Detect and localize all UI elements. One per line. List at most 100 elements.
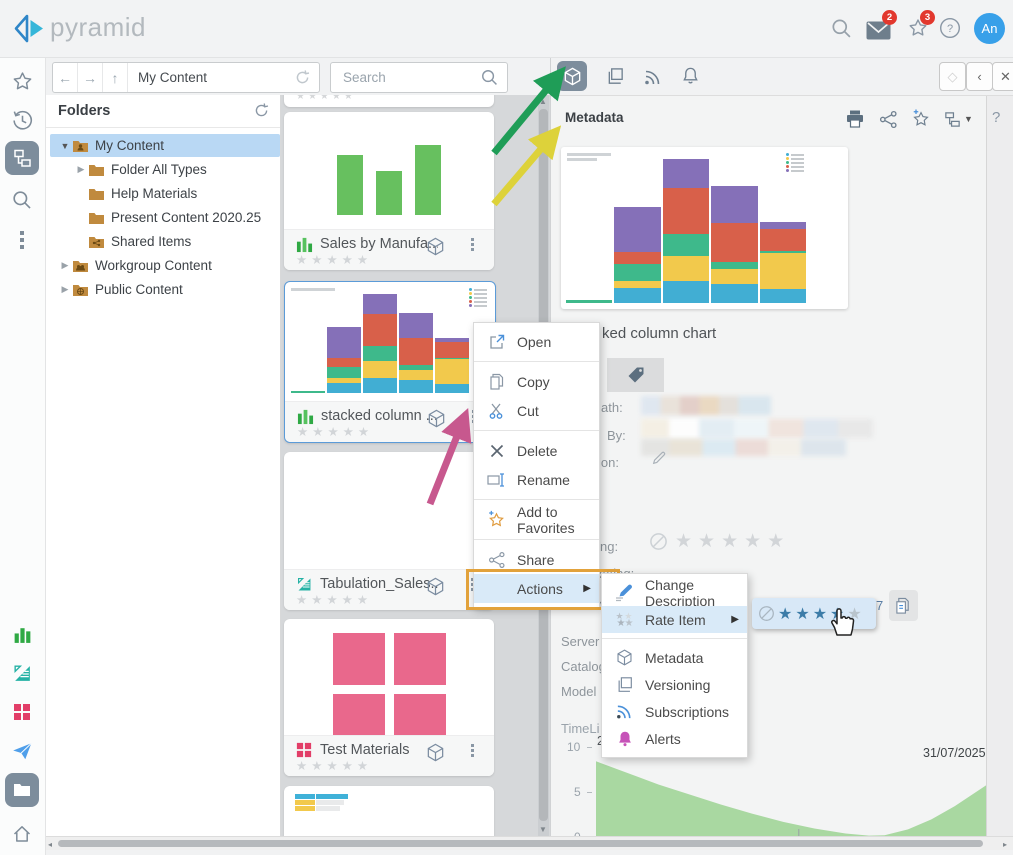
- panel-help-icon[interactable]: ?: [992, 109, 1000, 126]
- menu-item-copy[interactable]: Copy: [474, 367, 599, 396]
- no-rating-icon[interactable]: [649, 532, 668, 556]
- lineage-icon[interactable]: [943, 110, 962, 134]
- sidebar-item-shared-items[interactable]: Shared Items: [50, 230, 310, 253]
- back-button[interactable]: ←: [53, 63, 78, 92]
- expand-icon[interactable]: ▶: [58, 260, 72, 271]
- folders-title: Folders: [58, 103, 110, 119]
- tile-more-icon[interactable]: [471, 744, 474, 757]
- publish-icon[interactable]: [5, 734, 39, 768]
- sidebar-item-help-materials[interactable]: Help Materials: [50, 182, 310, 205]
- help-icon[interactable]: ?: [939, 17, 961, 44]
- discover-icon[interactable]: [5, 617, 39, 651]
- sidebar-item-my-content[interactable]: ▼ My Content: [50, 134, 280, 157]
- metadata-cube-icon: [615, 648, 634, 667]
- submenu-item-rate-item[interactable]: ★★★★ Rate Item ▶: [602, 606, 747, 633]
- collapse-icon[interactable]: ▼: [58, 141, 72, 151]
- dock-icon[interactable]: ◇: [939, 62, 966, 91]
- submenu-item-alerts[interactable]: Alerts: [602, 725, 747, 752]
- search-input[interactable]: [341, 64, 475, 91]
- content-tile-tabulation-sales[interactable]: Tabulation_Sales... ★★★★★: [284, 452, 494, 610]
- sidebar-item-workgroup-content[interactable]: ▶ Workgroup Content: [50, 254, 280, 277]
- tile-rating-stars[interactable]: ★★★★★: [296, 252, 372, 267]
- submenu-item-versioning[interactable]: Versioning: [602, 671, 747, 698]
- tab-alerts-icon[interactable]: [681, 66, 700, 90]
- more-options-icon[interactable]: [5, 223, 39, 257]
- folder-group-icon: [72, 259, 89, 273]
- searchbox-magnifier-icon[interactable]: [480, 68, 499, 92]
- tab-versioning-icon[interactable]: [606, 67, 625, 91]
- panel-gutter: [986, 95, 1013, 836]
- forward-button[interactable]: →: [78, 63, 103, 92]
- field-catalog-label: Catalog: [561, 659, 606, 674]
- edit-description-icon[interactable]: [651, 450, 667, 471]
- tile-rating-stars[interactable]: ★★★★★: [296, 592, 372, 607]
- tile-label: Test Materials: [320, 742, 409, 758]
- refresh-breadcrumb-icon[interactable]: [294, 69, 311, 91]
- popup-rating-stars[interactable]: ★★★★★: [775, 604, 862, 624]
- content-tile-test-materials[interactable]: Test Materials ★★★★★: [284, 619, 494, 776]
- tabulate-icon[interactable]: [5, 656, 39, 690]
- search-icon[interactable]: [830, 17, 853, 45]
- tab-metadata-cube-icon[interactable]: [557, 61, 587, 91]
- refresh-folders-icon[interactable]: [253, 102, 270, 124]
- rate-item-popup: ★★★★★: [752, 598, 876, 629]
- folder-icon: [88, 211, 105, 225]
- scroll-up-icon[interactable]: ▲: [539, 97, 547, 106]
- home-icon[interactable]: [5, 817, 39, 851]
- submenu-item-metadata[interactable]: Metadata: [602, 644, 747, 671]
- redacted-by-value-2: [641, 439, 846, 456]
- content-tile-stacked-column[interactable]: stacked column ... ★★★★★: [284, 281, 496, 443]
- metadata-panel-toolbar: ◇ ‹ ✕: [550, 57, 1013, 96]
- history-icon[interactable]: [5, 103, 39, 137]
- sidebar-item-present-content[interactable]: Present Content 2020.25: [50, 206, 310, 229]
- favorite-add-icon[interactable]: [911, 109, 931, 134]
- scroll-right-icon[interactable]: ▸: [1003, 840, 1007, 849]
- partial-tile-top[interactable]: ★★★★★: [284, 93, 494, 107]
- my-rating-stars[interactable]: ★★★★★: [675, 530, 790, 553]
- tile-more-icon[interactable]: [471, 238, 474, 251]
- preview-legend: [469, 288, 487, 307]
- chevron-down-icon[interactable]: ▼: [964, 114, 973, 124]
- breadcrumb[interactable]: My Content: [138, 70, 207, 85]
- close-panel-icon[interactable]: ✕: [992, 62, 1013, 91]
- horizontal-scrollbar[interactable]: ◂ ▸: [45, 836, 1013, 850]
- share-panel-icon[interactable]: [879, 110, 898, 134]
- menu-item-rename[interactable]: Rename: [474, 465, 599, 494]
- menu-item-add-to-favorites[interactable]: Add to Favorites: [474, 505, 599, 534]
- submenu-item-change-description[interactable]: Change Description: [602, 579, 747, 606]
- metadata-cube-icon[interactable]: [425, 236, 446, 262]
- scrollbar-thumb[interactable]: [58, 840, 983, 847]
- favorites-rail-icon[interactable]: [5, 65, 39, 99]
- tile-rating-stars[interactable]: ★★★★★: [297, 424, 373, 439]
- menu-item-open[interactable]: Open: [474, 327, 599, 356]
- sidebar-item-public-content[interactable]: ▶ Public Content: [50, 278, 280, 301]
- copy-item-id-button[interactable]: [889, 590, 918, 621]
- menu-item-cut[interactable]: Cut: [474, 396, 599, 425]
- print-icon[interactable]: [845, 109, 865, 134]
- submenu-item-subscriptions[interactable]: Subscriptions: [602, 698, 747, 725]
- metadata-cube-icon[interactable]: [426, 408, 447, 434]
- metadata-cube-icon[interactable]: [425, 576, 446, 602]
- expand-icon[interactable]: ▶: [74, 164, 88, 175]
- menu-item-delete[interactable]: Delete: [474, 436, 599, 465]
- scroll-left-icon[interactable]: ◂: [48, 840, 52, 849]
- collapse-panel-icon[interactable]: ‹: [966, 62, 993, 91]
- tile-rating-stars[interactable]: ★★★★★: [296, 758, 372, 773]
- tags-button[interactable]: [607, 358, 664, 392]
- change-description-icon: [615, 583, 634, 602]
- expand-icon[interactable]: ▶: [58, 284, 72, 295]
- content-tile-sales-by-manufacturer[interactable]: Sales by Manufa... ★★★★★: [284, 112, 494, 270]
- scroll-down-icon[interactable]: ▼: [539, 825, 547, 834]
- metadata-cube-icon[interactable]: [425, 742, 446, 768]
- user-avatar[interactable]: An: [974, 13, 1005, 44]
- no-rating-icon[interactable]: [758, 605, 775, 622]
- up-button[interactable]: ↑: [103, 63, 128, 92]
- sidebar-item-folder-all-types[interactable]: ▶ Folder All Types: [50, 158, 296, 181]
- tab-subscriptions-icon[interactable]: [643, 67, 663, 92]
- content-folder-icon[interactable]: [5, 773, 39, 807]
- content-tree-icon[interactable]: [5, 141, 39, 175]
- rail-search-icon[interactable]: [5, 183, 39, 217]
- illustrate-icon[interactable]: [5, 695, 39, 729]
- tag-icon: [626, 365, 646, 385]
- partial-tile-bottom[interactable]: [284, 786, 494, 836]
